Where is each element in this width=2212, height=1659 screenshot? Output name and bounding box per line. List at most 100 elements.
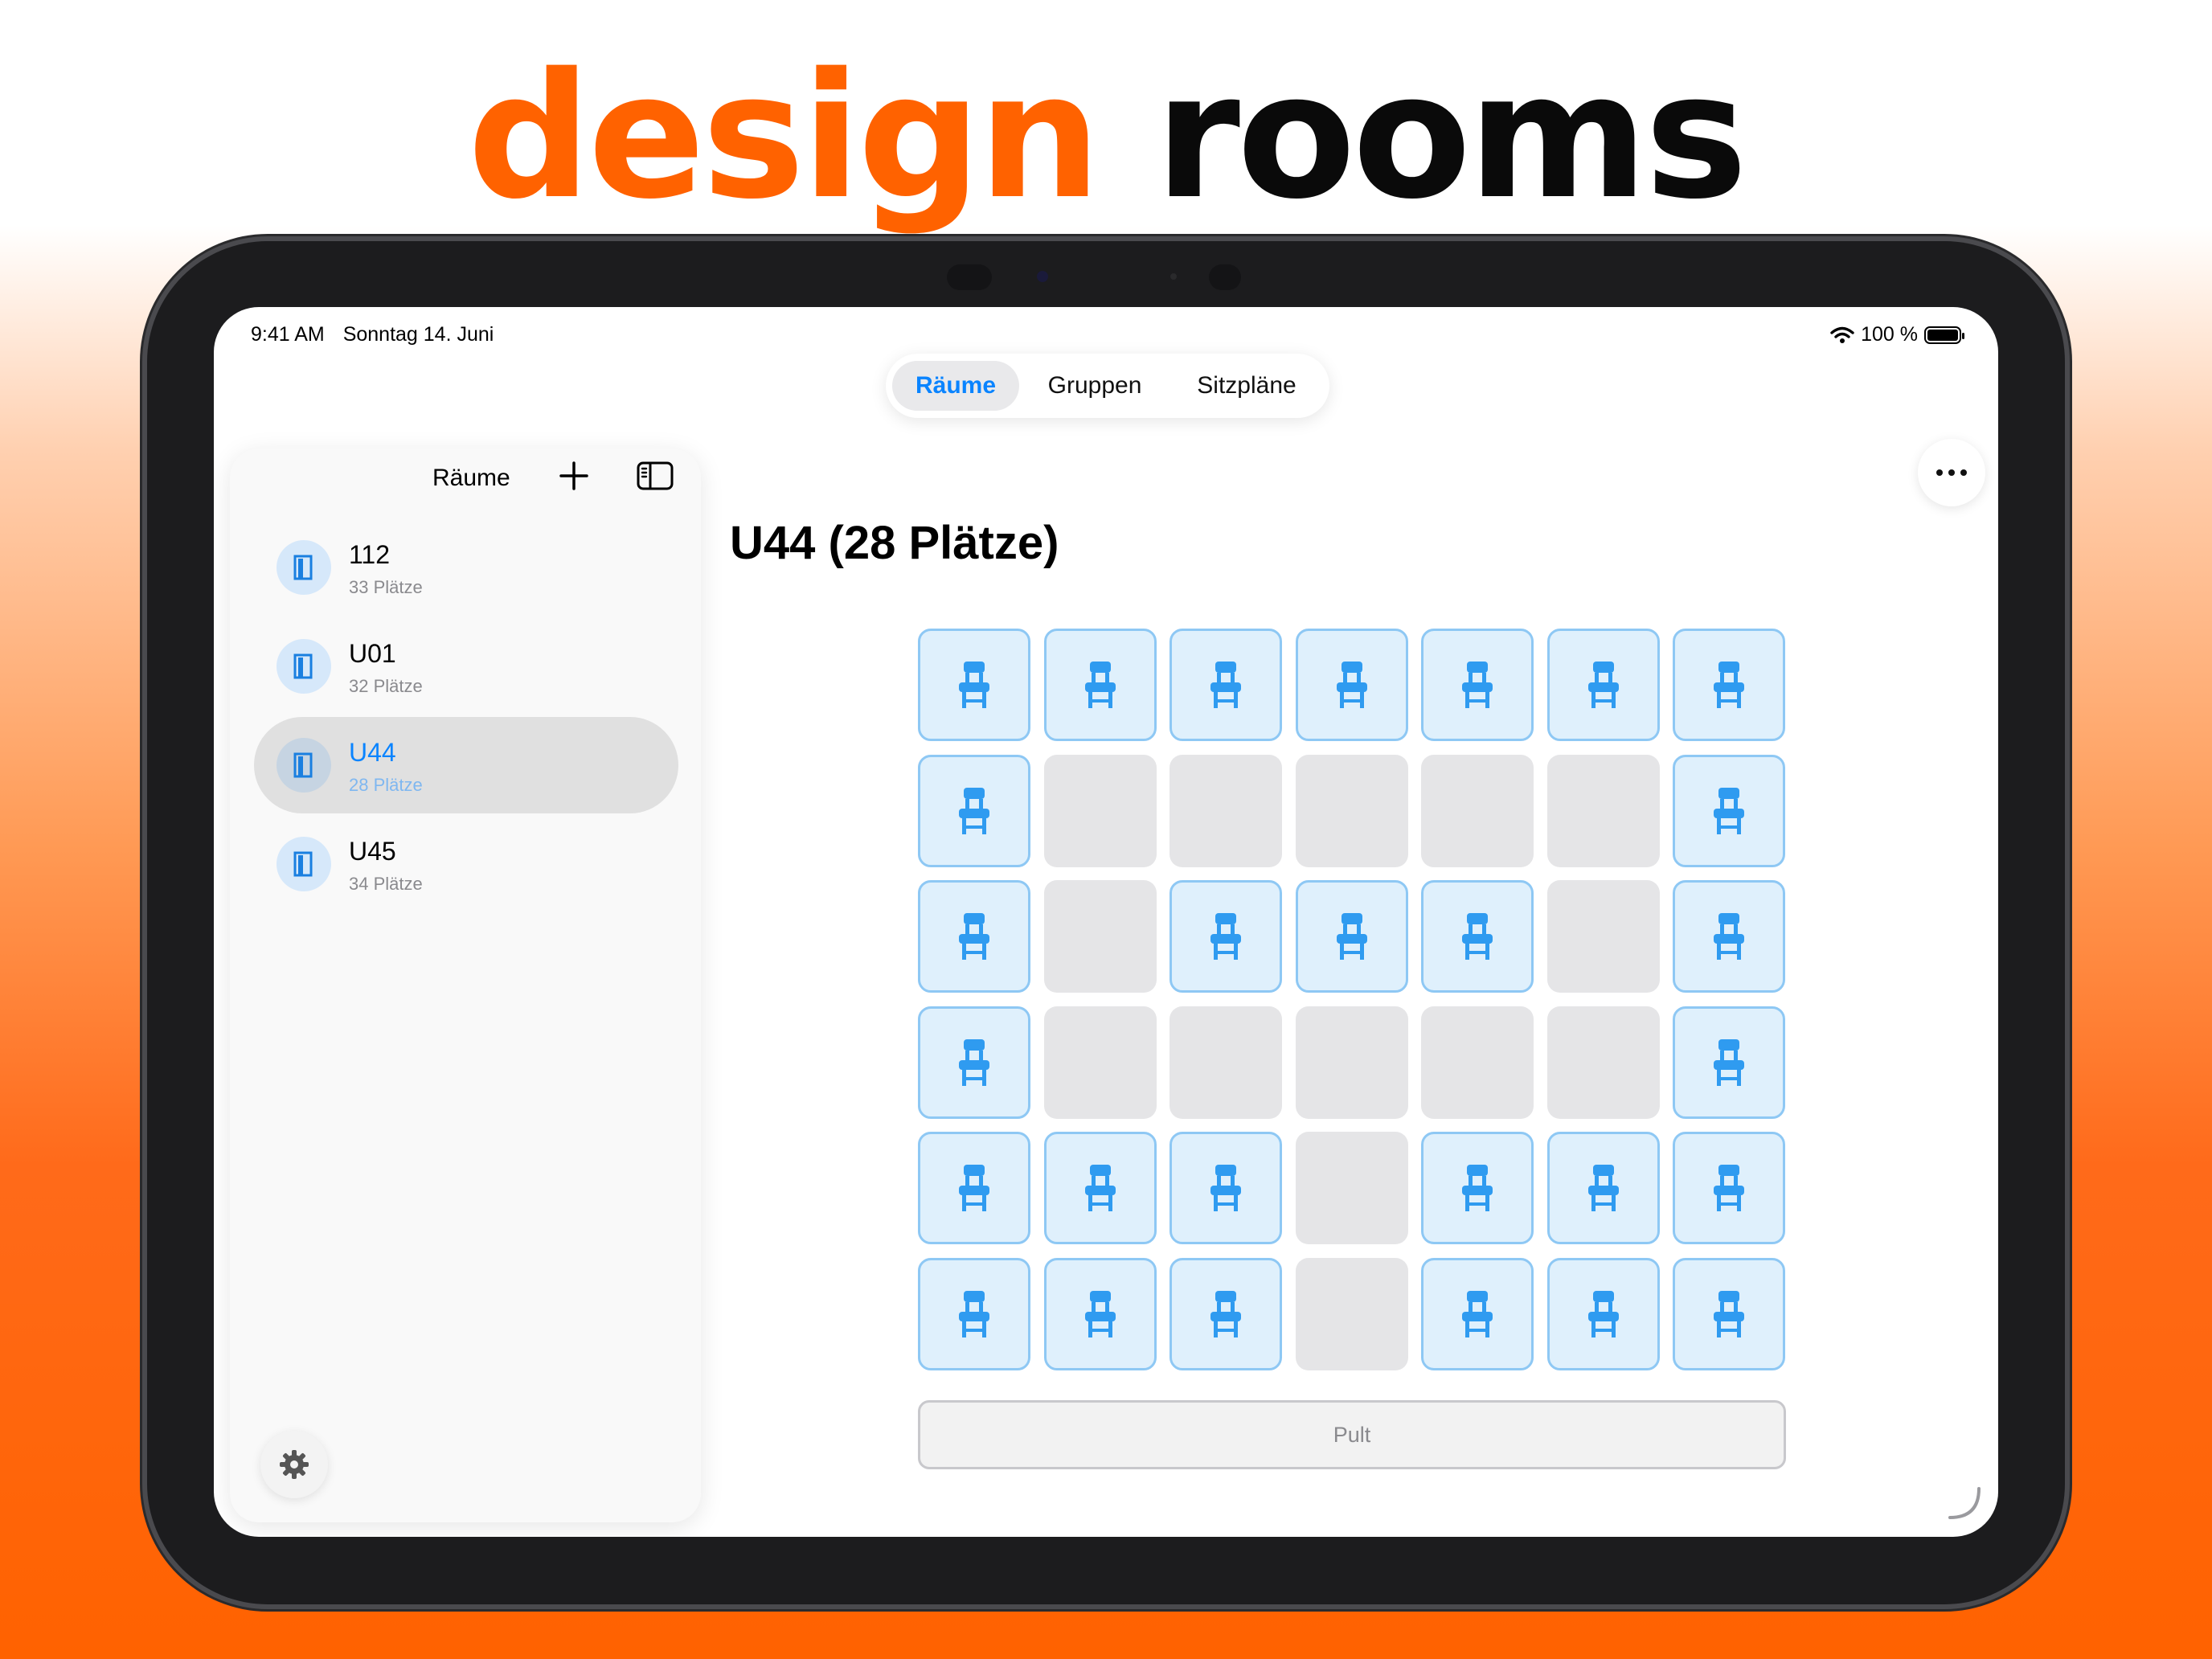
chair-icon [1085,1291,1116,1337]
status-time: 9:41 AM [251,323,325,346]
chair-icon [1210,913,1241,960]
seat-cell[interactable] [1673,1132,1785,1244]
seat-cell[interactable] [1044,1258,1157,1370]
chair-icon [1210,1165,1241,1211]
sidebar-toggle-icon[interactable] [637,461,674,490]
seat-cell[interactable] [918,880,1030,993]
seat-cell[interactable] [1673,1258,1785,1370]
seat-cell[interactable] [918,1006,1030,1119]
empty-cell[interactable] [1421,755,1534,867]
seat-cell[interactable] [918,1132,1030,1244]
empty-cell[interactable] [1296,1006,1408,1119]
seat-cell[interactable] [1421,1132,1534,1244]
empty-cell[interactable] [1169,1006,1282,1119]
seat-cell[interactable] [1547,629,1660,741]
seat-cell[interactable] [918,629,1030,741]
settings-button[interactable] [260,1431,328,1498]
chair-icon [959,1165,989,1211]
tab-groups[interactable]: Gruppen [1022,361,1167,411]
seat-cell[interactable] [1296,880,1408,993]
seat-cell[interactable] [1421,880,1534,993]
camera-icon [1037,271,1048,282]
chair-icon [1714,913,1744,960]
empty-cell[interactable] [1296,1132,1408,1244]
door-icon [293,555,313,580]
room-item-u45[interactable]: U45 34 Plätze [254,816,678,912]
ellipsis-icon [1936,469,1943,476]
chair-icon [1588,1291,1619,1337]
room-item-u44[interactable]: U44 28 Plätze [254,717,678,813]
seat-cell[interactable] [918,755,1030,867]
seat-cell[interactable] [1673,1006,1785,1119]
sidebar: Räume 112 33 Plätze U01 32 Plätze U44 28… [230,449,701,1522]
seat-cell[interactable] [1296,629,1408,741]
empty-cell[interactable] [1044,880,1157,993]
seat-cell[interactable] [1673,880,1785,993]
seat-cell[interactable] [1547,1258,1660,1370]
status-bar: 9:41 AM Sonntag 14. Juni 100 % [251,318,1964,350]
chair-icon [959,1039,989,1086]
seat-cell[interactable] [1044,629,1157,741]
battery-percent: 100 % [1861,323,1918,346]
resize-handle-icon[interactable] [1947,1485,1982,1521]
seat-cell[interactable] [1673,755,1785,867]
seat-cell[interactable] [1547,1132,1660,1244]
room-name: U01 [349,639,396,668]
chair-icon [1085,1165,1116,1211]
chair-icon [1462,662,1493,708]
room-name: U45 [349,837,396,866]
empty-cell[interactable] [1547,880,1660,993]
chair-icon [959,913,989,960]
tab-bar: Räume Gruppen Sitzpläne [886,354,1329,418]
chair-icon [1085,662,1116,708]
empty-cell[interactable] [1169,755,1282,867]
room-title: U44 (28 Plätze) [730,517,1059,569]
tab-rooms[interactable]: Räume [892,361,1019,411]
chair-icon [1714,662,1744,708]
status-date: Sonntag 14. Juni [342,323,494,346]
room-item-u01[interactable]: U01 32 Plätze [254,618,678,715]
seat-cell[interactable] [1421,1258,1534,1370]
camera-bar [940,261,1262,292]
chair-icon [1588,1165,1619,1211]
door-icon [293,653,313,679]
empty-cell[interactable] [1044,1006,1157,1119]
empty-cell[interactable] [1296,755,1408,867]
seat-cell[interactable] [1169,880,1282,993]
tab-seating-plans[interactable]: Sitzpläne [1170,361,1323,411]
chair-icon [1337,662,1367,708]
seat-cell[interactable] [1673,629,1785,741]
seat-cell[interactable] [1044,1132,1157,1244]
plus-icon[interactable] [558,460,590,492]
seat-cell[interactable] [1169,629,1282,741]
chair-icon [959,1291,989,1337]
seat-cell[interactable] [1169,1132,1282,1244]
seat-cell[interactable] [1169,1258,1282,1370]
teacher-desk[interactable]: Pult [918,1400,1786,1469]
empty-cell[interactable] [1547,1006,1660,1119]
chair-icon [1588,662,1619,708]
chair-icon [1462,1291,1493,1337]
room-item-112[interactable]: 112 33 Plätze [254,519,678,616]
empty-cell[interactable] [1296,1258,1408,1370]
chair-icon [1714,788,1744,834]
chair-icon [1210,1291,1241,1337]
sidebar-title: Räume [432,465,510,491]
gear-icon [280,1450,309,1479]
room-seat-count: 28 Plätze [349,775,423,795]
chair-icon [959,788,989,834]
room-seat-count: 34 Plätze [349,874,423,894]
empty-cell[interactable] [1044,755,1157,867]
chair-icon [1462,1165,1493,1211]
seat-cell[interactable] [918,1258,1030,1370]
chair-icon [1714,1291,1744,1337]
room-name: U44 [349,738,396,767]
empty-cell[interactable] [1547,755,1660,867]
seat-cell[interactable] [1421,629,1534,741]
chair-icon [1714,1039,1744,1086]
chair-icon [1210,662,1241,708]
empty-cell[interactable] [1421,1006,1534,1119]
more-button[interactable] [1918,439,1985,506]
chair-icon [959,662,989,708]
headline-rest: rooms [1154,35,1747,237]
